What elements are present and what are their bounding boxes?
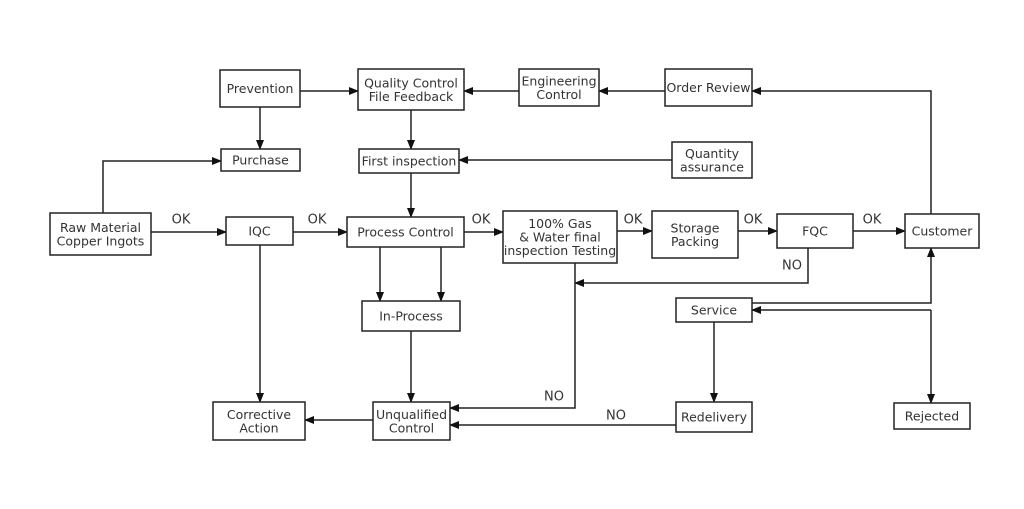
node-storage: StoragePacking	[651, 210, 739, 259]
node-fqc: FQC	[776, 213, 854, 249]
node-engineering: EngineeringControl	[518, 68, 600, 107]
node-unqualified: UnqualifiedControl	[372, 401, 451, 441]
arrow-customer-order	[751, 87, 932, 214]
label-ok: OK	[744, 213, 763, 228]
node-label: Rejected	[905, 409, 959, 424]
node-label: Action	[239, 420, 278, 435]
node-label: Service	[691, 303, 738, 318]
node-purchase: Purchase	[220, 148, 301, 172]
node-prevention: Prevention	[219, 69, 301, 108]
node-label: Redelivery	[681, 410, 748, 425]
node-order-review: Order Review	[664, 68, 753, 107]
node-corrective: CorrectiveAction	[212, 401, 306, 441]
node-qc-feedback: Quality ControlFile Feedback	[357, 68, 465, 111]
label-ok: OK	[472, 213, 491, 228]
label-no: NO	[782, 259, 802, 274]
node-label: Control	[389, 420, 434, 435]
nodes: Prevention Quality ControlFile Feedback En…	[49, 68, 980, 441]
label-ok: OK	[863, 213, 882, 228]
node-label: Customer	[912, 224, 974, 239]
label-no: NO	[606, 409, 626, 424]
node-label: File Feedback	[369, 89, 454, 104]
node-final-testing: 100% Gas& Water finalinspection Testing	[502, 210, 618, 264]
node-label: Control	[536, 87, 581, 102]
node-rejected: Rejected	[893, 402, 971, 430]
node-label: Order Review	[666, 80, 750, 95]
node-label: inspection Testing	[504, 243, 616, 258]
arrow-raw-purchase	[102, 157, 222, 213]
label-no: NO	[544, 390, 564, 405]
node-quantity-assurance: Quantityassurance	[671, 141, 753, 179]
node-raw-material: Raw MaterialCopper Ingots	[49, 212, 152, 256]
label-ok: OK	[172, 213, 191, 228]
node-label: assurance	[680, 159, 744, 174]
label-ok: OK	[624, 213, 643, 228]
node-label: Prevention	[227, 81, 294, 96]
node-process-control: Process Control	[346, 216, 465, 248]
quality-flowchart: OK OK OK OK OK OK NO NO NO Prevention Qua…	[49, 68, 980, 441]
node-iqc: IQC	[225, 216, 294, 246]
node-label: Packing	[671, 234, 719, 249]
node-label: Process Control	[357, 225, 454, 240]
node-customer: Customer	[904, 213, 980, 249]
node-label: First inspection	[362, 154, 457, 169]
arrow-testing-unqualified	[449, 263, 576, 412]
node-service: Service	[675, 297, 753, 323]
node-label: IQC	[248, 224, 271, 239]
node-label: FQC	[802, 224, 828, 239]
node-label: Purchase	[232, 153, 289, 168]
node-in-process: In-Process	[361, 300, 461, 332]
node-label: In-Process	[379, 309, 443, 324]
node-first-inspection: First inspection	[358, 148, 460, 174]
node-label: Copper Ingots	[57, 233, 145, 248]
node-redelivery: Redelivery	[675, 401, 753, 433]
label-ok: OK	[308, 213, 327, 228]
arrow-service-customer	[752, 247, 935, 304]
